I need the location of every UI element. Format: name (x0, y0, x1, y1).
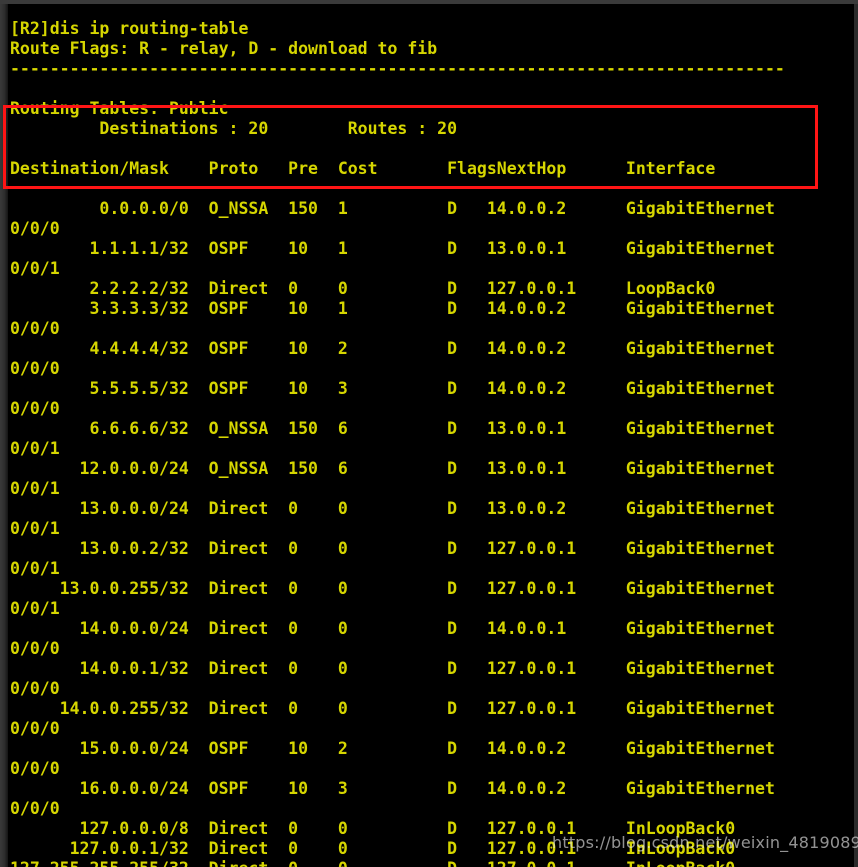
console-line: 1.1.1.1/32 OSPF 10 1 D 13.0.0.1 GigabitE… (10, 238, 775, 258)
console-line: 0/0/1 (10, 438, 60, 458)
console-line: 0/0/0 (10, 798, 60, 818)
console-line: 127.0.0.1/32 Direct 0 0 D 127.0.0.1 InLo… (10, 838, 736, 858)
console-line: 16.0.0.0/24 OSPF 10 3 D 14.0.0.2 Gigabit… (10, 778, 775, 798)
console-line: 0/0/0 (10, 318, 60, 338)
console-line: 0/0/1 (10, 258, 60, 278)
scrollbar-right-edge[interactable] (854, 0, 858, 867)
console-line: 6.6.6.6/32 O_NSSA 150 6 D 13.0.0.1 Gigab… (10, 418, 775, 438)
console-line: 0/0/0 (10, 358, 60, 378)
console-line: 127.255.255.255/32 Direct 0 0 D 127.0.0.… (10, 859, 858, 867)
console-line: 0/0/0 (10, 218, 60, 238)
console-line: 15.0.0.0/24 OSPF 10 2 D 14.0.0.2 Gigabit… (10, 738, 775, 758)
console-line: Routing Tables: Public (10, 98, 229, 118)
console-line: 127.0.0.0/8 Direct 0 0 D 127.0.0.1 InLoo… (10, 818, 736, 838)
console-line: 4.4.4.4/32 OSPF 10 2 D 14.0.0.2 GigabitE… (10, 338, 775, 358)
console-line: 0/0/0 (10, 758, 60, 778)
console-line: 0/0/0 (10, 678, 60, 698)
console-line: 14.0.0.255/32 Direct 0 0 D 127.0.0.1 Gig… (10, 698, 775, 718)
console-line: 3.3.3.3/32 OSPF 10 1 D 14.0.0.2 GigabitE… (10, 298, 775, 318)
scrollbar-left-edge[interactable] (0, 0, 8, 867)
console-line: Destinations : 20 Routes : 20 (10, 118, 458, 138)
console-line: 0/0/0 (10, 718, 60, 738)
console-line: 0.0.0.0/0 O_NSSA 150 1 D 14.0.0.2 Gigabi… (10, 198, 775, 218)
window-top-edge (0, 0, 858, 4)
console-line: [R2]dis ip routing-table (10, 18, 249, 38)
console-line: Destination/Mask Proto Pre Cost FlagsNex… (10, 158, 716, 178)
console-line: 13.0.0.0/24 Direct 0 0 D 13.0.0.2 Gigabi… (10, 498, 775, 518)
console-line: Route Flags: R - relay, D - download to … (10, 38, 438, 58)
console-line: 0/0/1 (10, 478, 60, 498)
console-line: 5.5.5.5/32 OSPF 10 3 D 14.0.0.2 GigabitE… (10, 378, 775, 398)
console-line: 14.0.0.0/24 Direct 0 0 D 14.0.0.1 Gigabi… (10, 618, 775, 638)
console-line: 0/0/1 (10, 558, 60, 578)
console-line: 13.0.0.255/32 Direct 0 0 D 127.0.0.1 Gig… (10, 578, 775, 598)
console-line: 13.0.0.2/32 Direct 0 0 D 127.0.0.1 Gigab… (10, 538, 775, 558)
terminal-window: [R2]dis ip routing-table Route Flags: R -… (0, 0, 858, 867)
console-line: 14.0.0.1/32 Direct 0 0 D 127.0.0.1 Gigab… (10, 658, 775, 678)
console-output: [R2]dis ip routing-table Route Flags: R -… (10, 19, 858, 867)
console-line: ----------------------------------------… (10, 58, 785, 78)
console-line: 0/0/0 (10, 398, 60, 418)
console-line: 0/0/0 (10, 638, 60, 658)
console-line: 0/0/1 (10, 598, 60, 618)
console-line: 2.2.2.2/32 Direct 0 0 D 127.0.0.1 LoopBa… (10, 278, 716, 298)
console-line: 0/0/1 (10, 518, 60, 538)
console-line: 12.0.0.0/24 O_NSSA 150 6 D 13.0.0.1 Giga… (10, 458, 775, 478)
